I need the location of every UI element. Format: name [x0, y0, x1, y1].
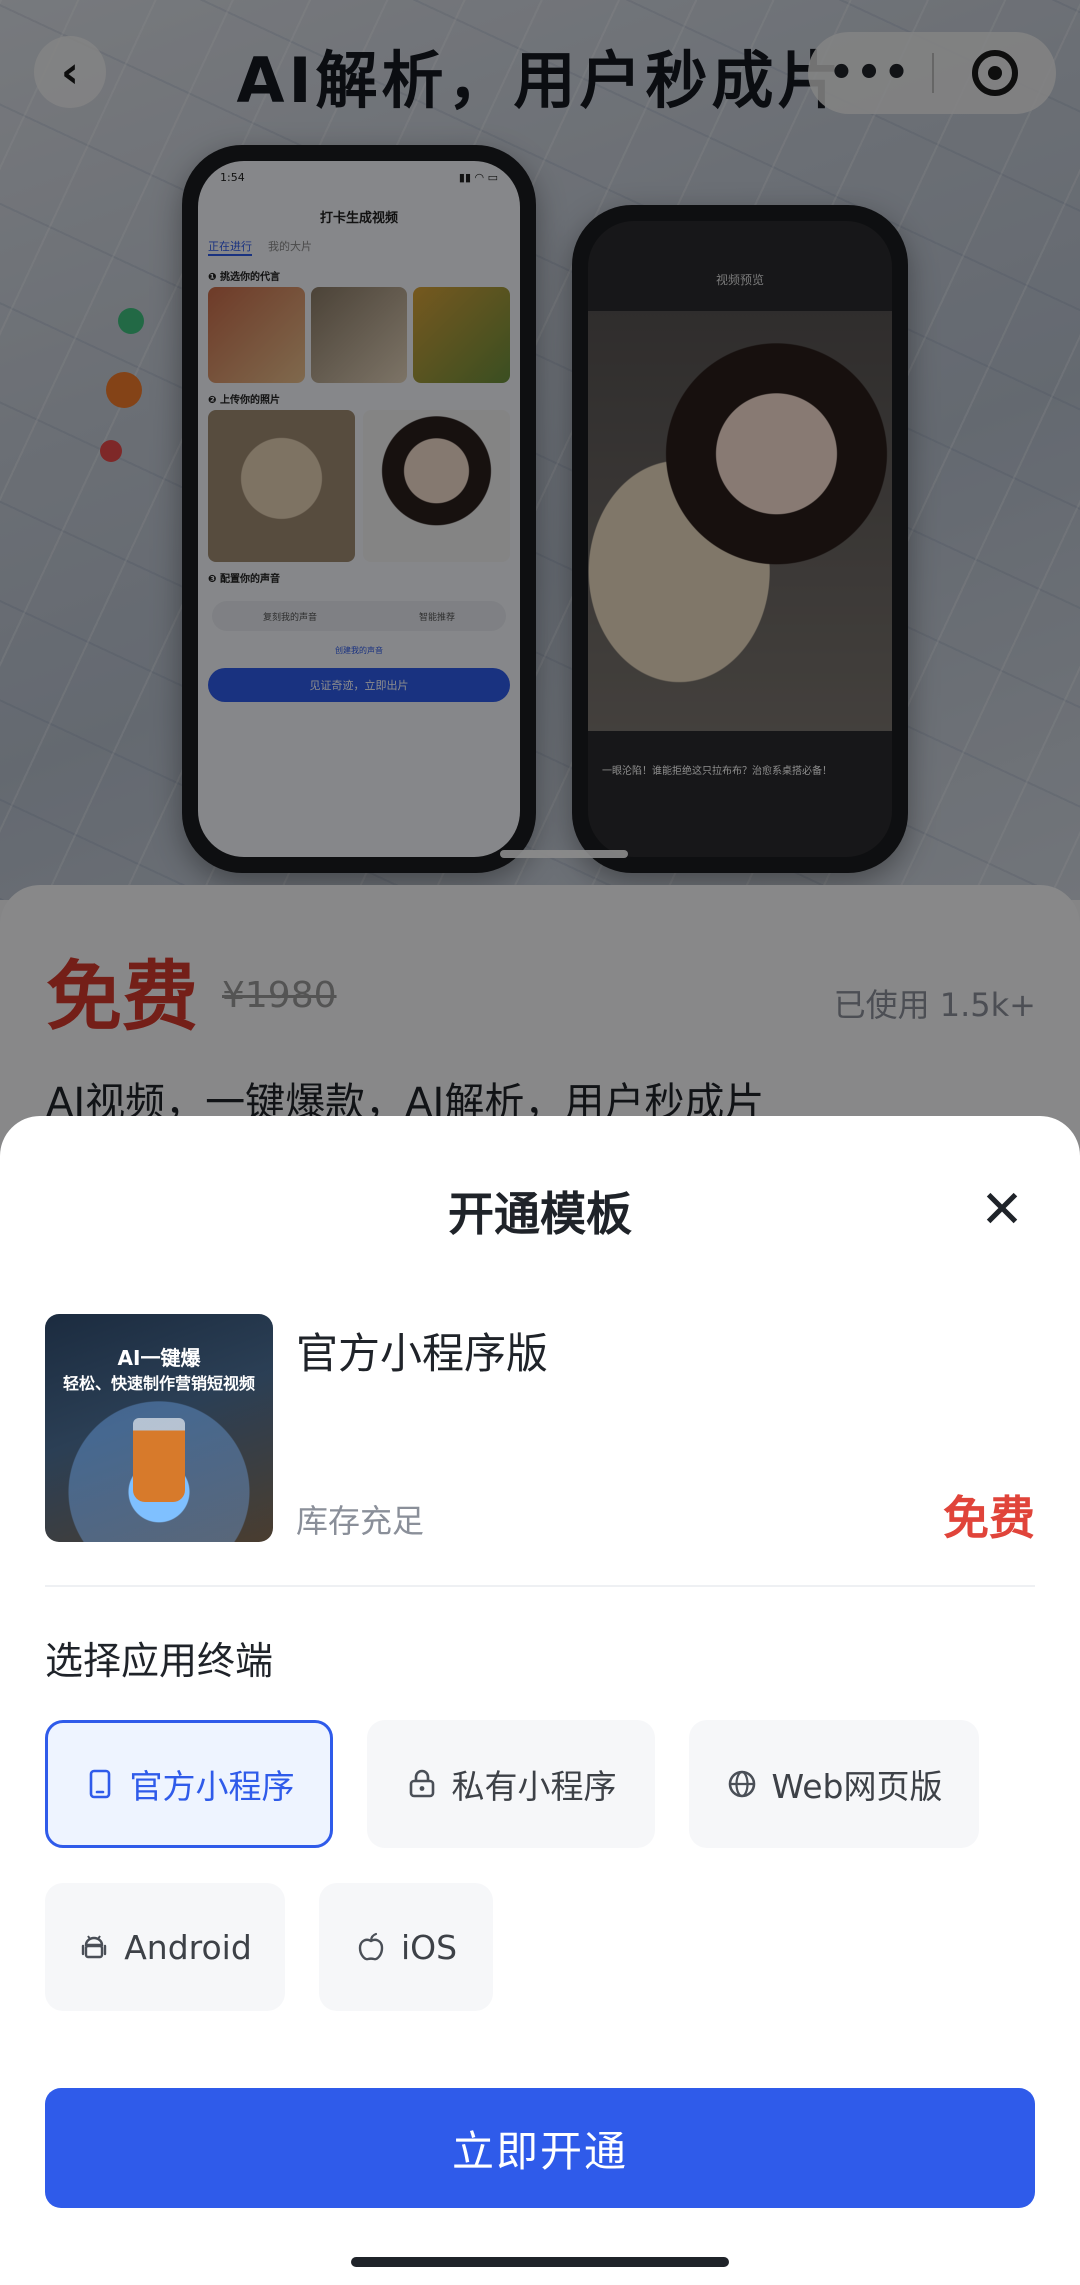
thumbnail-subline: 轻松、快速制作营销短视频 [62, 1374, 255, 1393]
close-button[interactable]: ✕ [972, 1180, 1032, 1240]
phone-icon [84, 1768, 116, 1800]
sheet-title: 开通模板 [448, 1187, 632, 1241]
option-label: Web网页版 [771, 1767, 943, 1806]
product-name: 官方小程序版 [296, 1329, 549, 1378]
option-label: 私有小程序 [451, 1767, 617, 1806]
apple-icon [355, 1931, 387, 1963]
terminal-section-label: 选择应用终端 [45, 1639, 274, 1683]
option-ios[interactable]: iOS [319, 1883, 493, 2011]
drink-illustration [133, 1418, 185, 1502]
option-label: iOS [400, 1927, 458, 1967]
globe-icon [726, 1768, 758, 1800]
product-thumbnail: AI一键爆 轻松、快速制作营销短视频 [45, 1314, 273, 1542]
option-label: Android [124, 1927, 252, 1967]
option-private-miniprogram[interactable]: 私有小程序 [367, 1720, 655, 1848]
option-label: 官方小程序 [129, 1767, 295, 1806]
thumbnail-headline: AI一键爆 [117, 1346, 201, 1370]
option-android[interactable]: Android [45, 1883, 285, 2011]
home-indicator [351, 2257, 729, 2267]
sheet-price: 免费 [943, 1491, 1035, 1545]
divider [45, 1585, 1035, 1587]
activate-now-button[interactable]: 立即开通 [45, 2088, 1035, 2208]
option-official-miniprogram[interactable]: 官方小程序 [45, 1720, 333, 1848]
android-icon [78, 1931, 110, 1963]
stock-status: 库存充足 [296, 1502, 425, 1540]
lock-icon [406, 1768, 438, 1800]
option-web[interactable]: Web网页版 [689, 1720, 979, 1848]
close-icon: ✕ [980, 1180, 1024, 1240]
